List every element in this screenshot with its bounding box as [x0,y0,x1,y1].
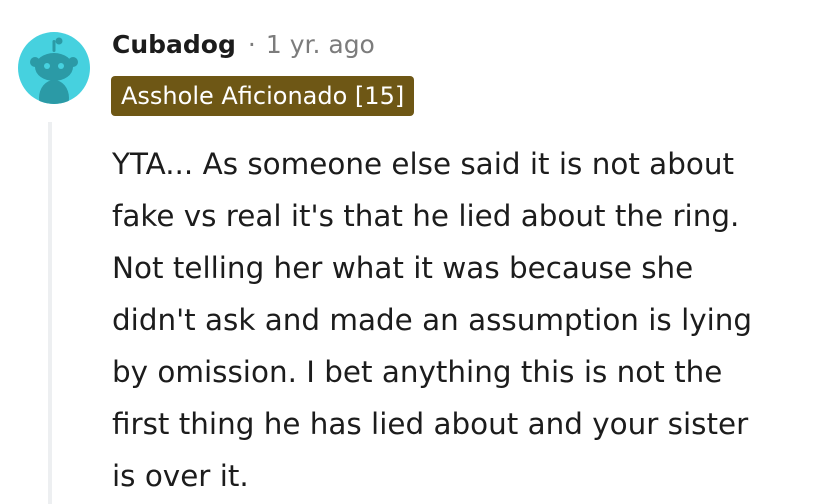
comment-body-line: YTA... As someone else said it is not ab… [112,147,734,181]
thread-collapse-line[interactable] [48,122,52,504]
comment-body-line: first thing he has lied about and your s… [112,407,749,441]
comment-timestamp[interactable]: 1 yr. ago [266,30,375,59]
comment: Cubadog · 1 yr. ago Asshole Aficionado [… [0,0,832,504]
comment-body-line: didn't ask and made an assumption is lyi… [112,303,753,337]
meta-separator: · [247,29,256,59]
comment-body-line: Not telling her what it was because she [112,251,694,285]
user-flair: Asshole Aficionado [15] [111,76,415,116]
avatar[interactable] [18,32,90,104]
comment-body-line: fake vs real it's that he lied about the… [112,199,740,233]
comment-body: YTA... As someone else said it is not ab… [112,138,828,502]
snoo-avatar-icon [18,32,90,104]
comment-body-line: is over it. [112,459,249,493]
comment-body-line: by omission. I bet anything this is not … [112,355,723,389]
author-username[interactable]: Cubadog [112,30,236,59]
comment-header: Cubadog · 1 yr. ago [112,24,375,64]
